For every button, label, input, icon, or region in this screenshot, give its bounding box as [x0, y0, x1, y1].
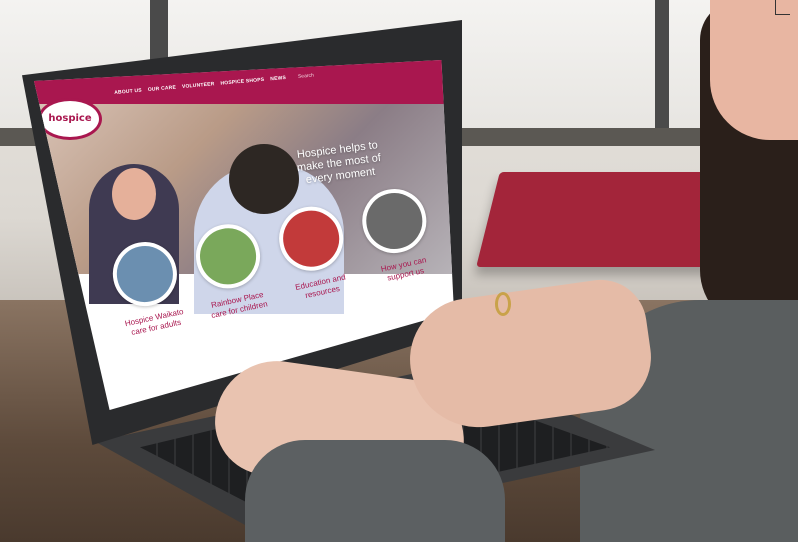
card-support[interactable]: How you can support us [353, 182, 441, 287]
photo-scene: Hospice helps to make the most of every … [0, 0, 798, 542]
card-education[interactable]: Education and resources [270, 200, 358, 305]
hero-tagline: Hospice helps to make the most of every … [296, 139, 382, 187]
card-label: How you can support us [380, 255, 428, 283]
card-children[interactable]: Rainbow Place care for children [187, 218, 275, 323]
card-image [273, 200, 350, 277]
window-frame [655, 0, 669, 135]
card-image [190, 218, 266, 295]
card-image [356, 183, 433, 259]
card-label: Rainbow Place care for children [210, 289, 269, 321]
card-adults[interactable]: Hospice Waikato care for adults [104, 235, 192, 340]
hospice-logo[interactable]: hospice [38, 98, 102, 140]
card-label: Education and resources [294, 272, 347, 301]
left-sleeve [245, 440, 505, 542]
corner-mark [775, 0, 790, 15]
card-image [106, 236, 183, 312]
logo-text: hospice [48, 113, 92, 124]
card-label: Hospice Waikato care for adults [123, 306, 185, 338]
gold-ring [495, 292, 511, 316]
hero-person-face [112, 168, 156, 220]
